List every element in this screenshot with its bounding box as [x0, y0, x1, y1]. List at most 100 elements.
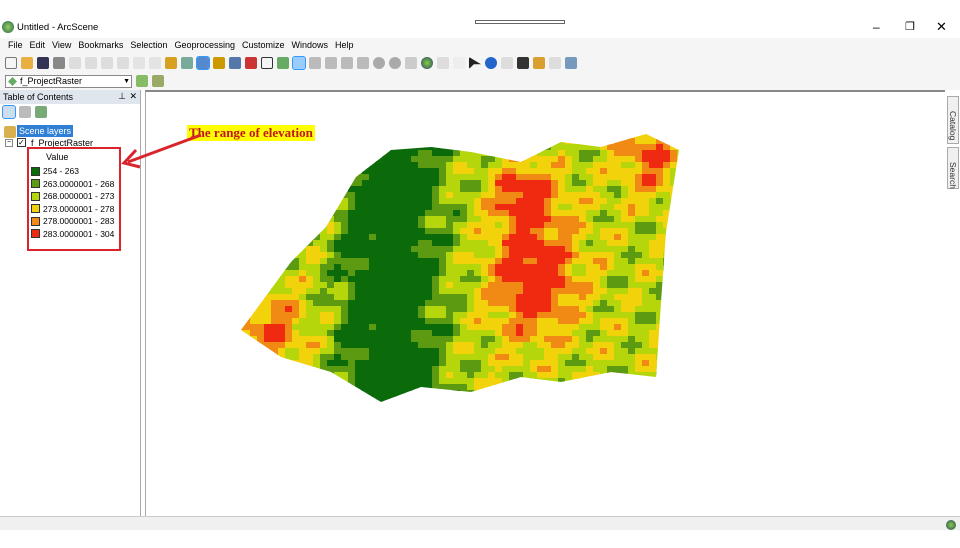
- terrain-cell: [369, 186, 377, 193]
- paste-icon[interactable]: [101, 57, 113, 69]
- new-icon[interactable]: [5, 57, 17, 69]
- terrain-cell: [313, 270, 321, 277]
- layer-visibility-checkbox[interactable]: ✓: [17, 138, 26, 147]
- legend-label: 278.0000001 - 283: [43, 216, 115, 226]
- menu-geoprocessing[interactable]: Geoprocessing: [174, 38, 242, 54]
- find-icon[interactable]: [517, 57, 529, 69]
- 3d-effects-icon[interactable]: [565, 57, 577, 69]
- terrain-cell: [530, 252, 538, 259]
- delete-icon[interactable]: [117, 57, 129, 69]
- menu-view[interactable]: View: [52, 38, 78, 54]
- catalog-tab[interactable]: Catalog: [947, 96, 959, 144]
- terrain-cell: [453, 174, 461, 181]
- terrain-cell: [509, 156, 517, 163]
- redo-icon[interactable]: [149, 57, 161, 69]
- terrain-cell: [495, 204, 503, 211]
- extrude-icon[interactable]: [152, 75, 164, 87]
- undo-icon[interactable]: [133, 57, 145, 69]
- measure-icon[interactable]: [533, 57, 545, 69]
- list-by-source-icon[interactable]: [19, 106, 31, 118]
- model-builder-icon[interactable]: [277, 57, 289, 69]
- pin-icon[interactable]: ⊥: [118, 91, 126, 102]
- terrain-cell: [579, 402, 587, 409]
- terrain-cell: [635, 276, 643, 283]
- print-icon[interactable]: [53, 57, 65, 69]
- cut-icon[interactable]: [69, 57, 81, 69]
- terrain-cell: [481, 198, 489, 205]
- identify-icon[interactable]: [485, 57, 497, 69]
- menu-windows[interactable]: Windows: [292, 38, 336, 54]
- close-button[interactable]: ✕: [936, 19, 947, 35]
- menu-selection[interactable]: Selection: [130, 38, 174, 54]
- full-extent-icon[interactable]: [421, 57, 433, 69]
- layer-dropdown[interactable]: f_ProjectRaster ▼: [5, 74, 132, 88]
- arctoolbox-icon[interactable]: [245, 57, 257, 69]
- terrain-cell: [306, 306, 314, 313]
- python-window-icon[interactable]: [261, 57, 273, 69]
- terrain-cell: [670, 354, 678, 361]
- terrain-cell: [355, 216, 363, 223]
- list-by-drawing-order-icon[interactable]: [2, 105, 16, 119]
- select-elements-icon[interactable]: [469, 57, 481, 69]
- terrain-cell: [509, 222, 517, 229]
- terrain-cell: [460, 312, 468, 319]
- search-window-icon[interactable]: [229, 57, 241, 69]
- menu-bookmarks[interactable]: Bookmarks: [78, 38, 130, 54]
- terrain-cell: [481, 348, 489, 355]
- terrain-cell: [677, 246, 679, 253]
- scene-properties-icon[interactable]: [181, 57, 193, 69]
- terrain-cell: [628, 134, 636, 139]
- zoom-in-icon[interactable]: [373, 57, 385, 69]
- catalog-window-icon[interactable]: [213, 57, 225, 69]
- pan-icon[interactable]: [405, 57, 417, 69]
- terrain-cell: [397, 204, 405, 211]
- menu-edit[interactable]: Edit: [30, 38, 53, 54]
- terrain-cell: [516, 270, 524, 277]
- open-icon[interactable]: [21, 57, 33, 69]
- terrain-cell: [348, 150, 356, 157]
- add-data-icon[interactable]: [165, 57, 177, 69]
- terrain-cell: [649, 240, 657, 247]
- collapse-icon[interactable]: −: [5, 139, 13, 147]
- save-icon[interactable]: [37, 57, 49, 69]
- terrain-cell: [607, 186, 615, 193]
- terrain-cell: [544, 174, 552, 181]
- clear-selection-icon[interactable]: [453, 57, 465, 69]
- terrain-cell: [600, 234, 608, 241]
- terrain-cell: [516, 306, 524, 313]
- search-tab[interactable]: Search: [947, 147, 959, 189]
- navigate-icon[interactable]: [292, 56, 306, 70]
- set-observer-icon[interactable]: [357, 57, 369, 69]
- maximize-button[interactable]: ❐: [905, 20, 915, 33]
- terrain-cell: [509, 186, 517, 193]
- terrain-cell: [453, 402, 461, 409]
- scene-layers-node[interactable]: Scene layers: [17, 125, 74, 137]
- menu-customize[interactable]: Customize: [242, 38, 292, 54]
- terrain-cell: [495, 192, 503, 199]
- terrain-cell: [243, 258, 251, 265]
- toc-close-icon[interactable]: ✕: [129, 91, 137, 102]
- scene-view[interactable]: The range of elevation: [121, 90, 945, 516]
- minimize-button[interactable]: –: [873, 20, 880, 34]
- center-target-icon[interactable]: [325, 57, 337, 69]
- copy-icon[interactable]: [85, 57, 97, 69]
- menu-help[interactable]: Help: [335, 38, 361, 54]
- terrain-cell: [418, 372, 426, 379]
- terrain-cell: [642, 282, 650, 289]
- html-popup-icon[interactable]: [501, 57, 513, 69]
- fly-icon[interactable]: [309, 57, 321, 69]
- select-features-icon[interactable]: [437, 57, 449, 69]
- raster-layer-icon[interactable]: [136, 75, 148, 87]
- terrain-cell: [523, 396, 531, 402]
- menu-file[interactable]: File: [8, 38, 30, 54]
- terrain-cell: [397, 312, 405, 319]
- list-by-visibility-icon[interactable]: [35, 106, 47, 118]
- terrain-cell: [334, 372, 342, 379]
- zoom-target-icon[interactable]: [341, 57, 353, 69]
- terrain-cell: [607, 228, 615, 235]
- zoom-out-icon[interactable]: [389, 57, 401, 69]
- animation-icon[interactable]: [549, 57, 561, 69]
- toc-window-icon[interactable]: [196, 56, 210, 70]
- terrain-cell: [551, 180, 559, 187]
- terrain-cell: [474, 162, 482, 169]
